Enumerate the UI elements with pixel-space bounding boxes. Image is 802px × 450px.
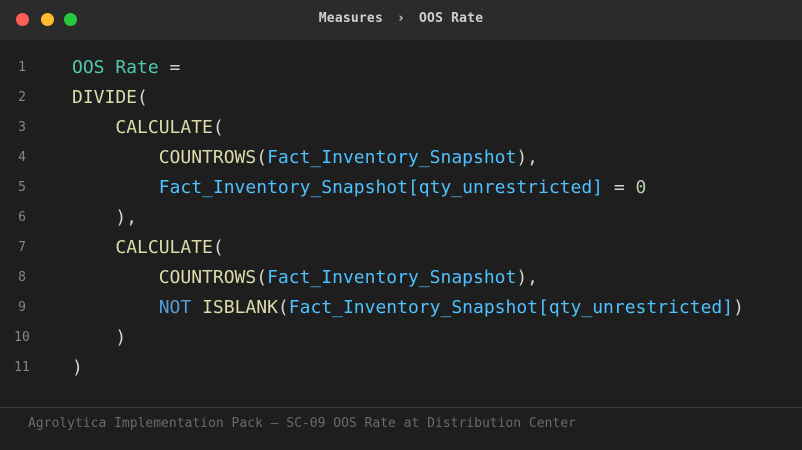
line-number: 8	[18, 270, 26, 285]
code-line[interactable]: 3 CALCULATE(	[0, 113, 802, 143]
code-token: ISBLANK	[202, 297, 278, 318]
code-token: (	[256, 147, 268, 168]
code-line[interactable]: 2 DIVIDE(	[0, 83, 802, 113]
code-token: =	[158, 57, 181, 78]
line-number: 7	[18, 240, 26, 255]
code-token: (	[212, 237, 224, 258]
code-line[interactable]: 11)	[0, 353, 802, 383]
line-number: 2	[18, 90, 26, 105]
code-text: COUNTROWS(Fact_Inventory_Snapshot),	[72, 143, 538, 173]
code-token: CALCULATE	[115, 117, 213, 138]
code-token: Fact_Inventory_Snapshot	[267, 147, 517, 168]
code-token: )	[733, 297, 744, 318]
code-token: Fact_Inventory_Snapshot[qty_unrestricted…	[158, 177, 604, 198]
code-line[interactable]: 5 Fact_Inventory_Snapshot[qty_unrestrict…	[0, 173, 802, 203]
code-token: )	[72, 357, 83, 378]
code-text: OOS Rate =	[72, 53, 180, 83]
code-token: NOT	[158, 297, 192, 318]
code-text: CALCULATE(	[72, 233, 224, 263]
code-text: NOT ISBLANK(Fact_Inventory_Snapshot[qty_…	[72, 293, 744, 323]
code-window: Measures › OOS Rate 1 OOS Rate = 2 DIVIDE(3 C…	[0, 0, 802, 450]
code-token: CALCULATE	[115, 237, 213, 258]
code-token: (	[277, 297, 289, 318]
line-number: 11	[14, 360, 30, 375]
line-number: 6	[18, 210, 26, 225]
footer: Agrolytica Implementation Pack — SC-09 O…	[0, 407, 802, 450]
line-number: 4	[18, 150, 26, 165]
code-token: ),	[115, 207, 138, 228]
code-line[interactable]: 6 ),	[0, 203, 802, 233]
code-token: Fact_Inventory_Snapshot	[267, 267, 517, 288]
code-line[interactable]: 1 OOS Rate =	[0, 53, 802, 83]
breadcrumb-item-measures[interactable]: Measures	[319, 11, 383, 26]
breadcrumb-separator: ›	[396, 11, 406, 26]
code-token: (	[137, 87, 148, 108]
line-number: 10	[14, 330, 30, 345]
code-token: 0	[635, 177, 647, 198]
code-text: ),	[72, 203, 137, 233]
line-number: 1	[18, 60, 26, 75]
title-bar: Measures › OOS Rate	[0, 0, 802, 40]
line-number: 5	[18, 180, 26, 195]
code-token: ),	[516, 147, 539, 168]
code-token: Fact_Inventory_Snapshot[qty_unrestricted…	[288, 297, 734, 318]
code-token: COUNTROWS	[158, 147, 257, 168]
breadcrumb: Measures › OOS Rate	[0, 11, 802, 26]
code-text: Fact_Inventory_Snapshot[qty_unrestricted…	[72, 173, 647, 203]
code-text: DIVIDE(	[72, 83, 148, 113]
code-token: (	[212, 117, 224, 138]
code-line[interactable]: 10 )	[0, 323, 802, 353]
code-text: COUNTROWS(Fact_Inventory_Snapshot),	[72, 263, 538, 293]
code-token: )	[115, 327, 127, 348]
code-text: )	[72, 323, 126, 353]
code-text: )	[72, 353, 83, 383]
footer-caption: Agrolytica Implementation Pack — SC-09 O…	[28, 416, 576, 431]
code-token: =	[603, 177, 636, 198]
code-line[interactable]: 8 COUNTROWS(Fact_Inventory_Snapshot),	[0, 263, 802, 293]
code-line[interactable]: 4 COUNTROWS(Fact_Inventory_Snapshot),	[0, 143, 802, 173]
code-editor[interactable]: 1 OOS Rate = 2 DIVIDE(3 CALCULATE(4 COUNTRO…	[0, 40, 802, 407]
code-line[interactable]: 9 NOT ISBLANK(Fact_Inventory_Snapshot[qt…	[0, 293, 802, 323]
code-token: OOS Rate	[72, 57, 159, 78]
code-token: (	[256, 267, 268, 288]
code-line[interactable]: 7 CALCULATE(	[0, 233, 802, 263]
code-token: COUNTROWS	[158, 267, 257, 288]
code-token: DIVIDE	[72, 87, 138, 108]
line-number: 3	[18, 120, 26, 135]
code-token: ),	[516, 267, 539, 288]
code-text: CALCULATE(	[72, 113, 224, 143]
line-number: 9	[18, 300, 26, 315]
breadcrumb-item-oos-rate[interactable]: OOS Rate	[419, 11, 483, 26]
